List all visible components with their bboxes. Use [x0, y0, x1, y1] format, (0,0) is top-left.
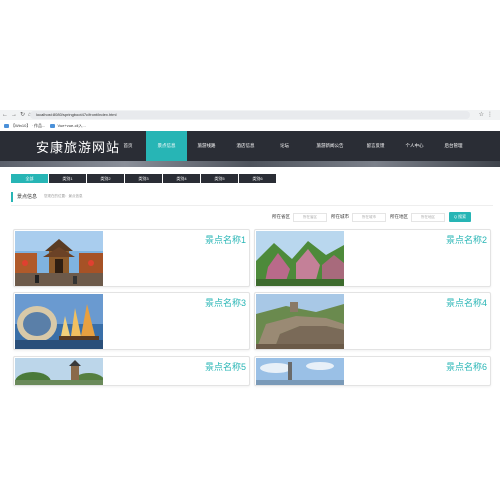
site-title[interactable]: 安康旅游网站 [36, 137, 120, 156]
main-menu: 首页 景点信息 旅游线路 酒店信息 论坛 旅游新闻公告 留言反馈 个人中心 后台… [110, 131, 473, 161]
attraction-card[interactable]: 景点名称3 [13, 292, 250, 350]
bookmark-label: 【Win10】ㆍ作品... [11, 123, 46, 128]
attraction-card[interactable]: 景点名称1 [13, 229, 250, 287]
category-tabs: 全部 类别1 类别2 类别3 类别4 类别5 类别6 [11, 174, 277, 183]
bookmark-item[interactable]: Vue+vue-cli入... [50, 123, 86, 128]
menu-item-feedback[interactable]: 留言反馈 [356, 131, 395, 161]
url-bar[interactable]: localhost:8080/springboot47c/front/index… [30, 111, 470, 119]
tab-category-1[interactable]: 类别1 [49, 174, 87, 183]
section-marker [11, 192, 13, 202]
tab-all[interactable]: 全部 [11, 174, 49, 183]
attraction-photo-great-wall [256, 294, 344, 349]
attraction-photo-pagoda [15, 358, 103, 385]
menu-item-forum[interactable]: 论坛 [265, 131, 304, 161]
menu-item-hotels[interactable]: 酒店信息 [226, 131, 265, 161]
search-button[interactable]: Q 搜索 [449, 212, 471, 222]
bookmark-icon [50, 123, 56, 128]
bookmark-item[interactable]: 【Win10】ㆍ作品... [4, 123, 45, 128]
attraction-name[interactable]: 景点名称4 [446, 296, 487, 309]
attraction-name[interactable]: 景点名称3 [205, 296, 246, 309]
attraction-card[interactable]: 景点名称5 [13, 356, 250, 386]
attraction-card[interactable]: 景点名称4 [254, 292, 491, 350]
attraction-photo-tower [256, 358, 344, 385]
province-input[interactable]: 所在省区 [293, 212, 327, 222]
attraction-name[interactable]: 景点名称5 [205, 360, 246, 373]
attraction-photo-boats [15, 294, 103, 349]
district-label: 所在地区 [390, 214, 408, 219]
city-label: 所在城市 [331, 214, 349, 219]
attraction-card[interactable]: 景点名称2 [254, 229, 491, 287]
attraction-photo-ancient-town [15, 231, 103, 286]
district-input[interactable]: 所在地区 [411, 212, 445, 222]
menu-item-news[interactable]: 旅游新闻公告 [304, 131, 356, 161]
tab-category-6[interactable]: 类别6 [239, 174, 277, 183]
attraction-name[interactable]: 景点名称6 [446, 360, 487, 373]
divider [11, 205, 493, 206]
menu-item-attractions[interactable]: 景点信息 [146, 131, 187, 161]
attraction-card[interactable]: 景点名称6 [254, 356, 491, 386]
browser-menu-icons[interactable]: ☆⋮ [479, 111, 496, 118]
menu-item-routes[interactable]: 旅游线路 [187, 131, 226, 161]
attraction-name[interactable]: 景点名称1 [205, 233, 246, 246]
page-title: 景点信息 [17, 194, 38, 200]
menu-item-home[interactable]: 首页 [110, 131, 146, 161]
menu-item-profile[interactable]: 个人中心 [395, 131, 434, 161]
tab-category-4[interactable]: 类别4 [163, 174, 201, 183]
province-label: 所在省区 [272, 214, 290, 219]
bookmark-label: Vue+vue-cli入... [57, 123, 86, 128]
bookmarks-bar: 【Win10】ㆍ作品... Vue+vue-cli入... [0, 121, 500, 130]
menu-item-admin[interactable]: 后台管理 [434, 131, 473, 161]
address-row: ←→↻⌂ localhost:8080/springboot47c/front/… [0, 110, 500, 120]
breadcrumb: 您现在的位置：景点信息 [44, 194, 83, 198]
tab-category-3[interactable]: 类别3 [125, 174, 163, 183]
attraction-photo-mountains [256, 231, 344, 286]
header-banner-strip [0, 161, 500, 167]
attraction-name[interactable]: 景点名称2 [446, 233, 487, 246]
browser-chrome: ←→↻⌂ localhost:8080/springboot47c/front/… [0, 110, 500, 132]
tab-category-2[interactable]: 类别2 [87, 174, 125, 183]
tab-category-5[interactable]: 类别5 [201, 174, 239, 183]
filter-bar: 所在省区 所在省区 所在城市 所在城市 所在地区 所在地区 Q 搜索 [272, 212, 471, 222]
bookmark-icon [4, 123, 9, 128]
city-input[interactable]: 所在城市 [352, 212, 386, 222]
